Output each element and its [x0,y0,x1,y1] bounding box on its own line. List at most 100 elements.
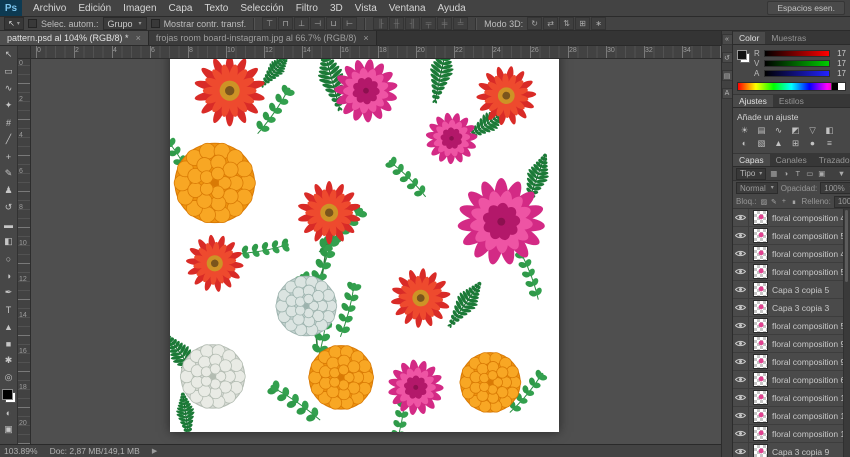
menu-texto[interactable]: Texto [198,3,234,14]
distribute-right-edges-icon[interactable]: ╧ [453,17,469,30]
layer-row[interactable]: floral composition 10 [733,425,850,443]
layer-thumbnail[interactable] [753,300,768,315]
layer-visibility-toggle[interactable] [733,263,749,280]
3d-scale-icon[interactable]: ∗ [591,17,607,30]
screen-mode-icon[interactable]: ▣ [1,422,17,437]
color-slider-track[interactable] [764,70,830,77]
layer-name[interactable]: Capa 3 copia 3 [772,303,829,313]
distribute-bottom-edges-icon[interactable]: ╢ [405,17,421,30]
character-panel-icon[interactable]: A [721,88,733,99]
layer-thumbnail[interactable] [753,354,768,369]
layer-thumbnail[interactable] [753,210,768,225]
properties-panel-icon[interactable]: ▤ [721,70,733,81]
align-vertical-centers-icon[interactable]: ⊓ [278,17,294,30]
layer-visibility-toggle[interactable] [733,389,749,406]
distribute-vertical-centers-icon[interactable]: ╫ [389,17,405,30]
color-slider-value[interactable]: 17 [833,69,846,78]
menu-3d[interactable]: 3D [324,3,349,14]
align-bottom-edges-icon[interactable]: ⊥ [294,17,310,30]
layer-visibility-toggle[interactable] [733,353,749,370]
layer-row[interactable]: floral composition 5 [733,227,850,245]
layer-name[interactable]: floral composition 10 copia [772,411,850,421]
align-right-edges-icon[interactable]: ⊢ [342,17,358,30]
adjustment-black-white-icon[interactable]: ▧ [754,137,769,149]
adjustment-photo-filter-icon[interactable]: ▲ [771,137,786,149]
zoom-tool[interactable]: ◎ [1,370,17,385]
adjustment-levels-icon[interactable]: ▤ [754,124,769,136]
distribute-left-edges-icon[interactable]: ╤ [421,17,437,30]
layer-thumbnail[interactable] [753,372,768,387]
filter-shape-layers-icon[interactable]: ▭ [804,169,815,179]
layer-name[interactable]: floral composition 10 [772,429,850,439]
show-transform-controls-checkbox[interactable] [150,19,160,28]
layer-visibility-toggle[interactable] [733,299,749,316]
expand-panels-icon[interactable]: « [721,34,733,45]
spot-healing-brush-tool[interactable]: + [1,149,17,164]
layer-row[interactable]: floral composition 4 [733,209,850,227]
adjustment-color-balance-icon[interactable]: ◐ [737,137,752,149]
lasso-tool[interactable]: ∿ [1,81,17,96]
white-swatch[interactable] [838,83,845,90]
tab-capas[interactable]: Capas [733,154,770,166]
menu-filtro[interactable]: Filtro [290,3,324,14]
foreground-background-swatches[interactable] [737,50,750,63]
layer-visibility-toggle[interactable] [733,317,749,334]
layer-row[interactable]: Capa 3 copia 3 [733,299,850,317]
layer-thumbnail[interactable] [753,318,768,333]
distribute-top-edges-icon[interactable]: ╟ [373,17,389,30]
layer-visibility-toggle[interactable] [733,335,749,352]
layer-name[interactable]: floral composition 4 [772,213,845,223]
color-slider-track[interactable] [764,50,830,57]
layer-visibility-toggle[interactable] [733,443,749,457]
quick-selection-tool[interactable]: ✦ [1,98,17,113]
layer-visibility-toggle[interactable] [733,245,749,262]
layer-thumbnail[interactable] [753,444,768,457]
layer-thumbnail[interactable] [753,408,768,423]
layer-thumbnail[interactable] [753,282,768,297]
layer-thumbnail[interactable] [753,336,768,351]
layer-name[interactable]: Capa 3 copia 9 [772,447,829,457]
layer-row[interactable]: floral composition 5 copia [733,263,850,281]
3d-drag-icon[interactable]: ⇅ [559,17,575,30]
blend-mode-dropdown[interactable]: Normal ▾ [736,182,778,194]
history-panel-icon[interactable]: ↺ [721,52,733,63]
menu-ayuda[interactable]: Ayuda [432,3,472,14]
opacity-dropdown[interactable]: 100% ▾ [820,182,850,194]
layer-name[interactable]: floral composition 5 copia [772,321,850,331]
foreground-color-swatch[interactable] [1,389,13,400]
eraser-tool[interactable]: ▬ [1,217,17,232]
layer-visibility-toggle[interactable] [733,227,749,244]
tab-ajustes[interactable]: Ajustes [733,95,773,107]
lock-position-icon[interactable]: + [779,197,788,207]
document-tab-2[interactable]: frojas room board-instagram.jpg al 66.7%… [148,31,377,45]
3d-slide-icon[interactable]: ⊞ [575,17,591,30]
auto-select-checkbox[interactable] [28,19,37,28]
filter-smart-objects-icon[interactable]: ▣ [816,169,827,179]
eyedropper-tool[interactable]: ╱ [1,132,17,147]
tool-preset-picker[interactable]: ↖ ▾ [4,17,24,30]
rectangle-shape-tool[interactable]: ■ [1,336,17,351]
layer-row[interactable]: floral composition 4 copia [733,245,850,263]
adjustment-hue-saturation-icon[interactable]: ◧ [822,124,837,136]
tab-estilos[interactable]: Estilos [773,95,810,107]
history-brush-tool[interactable]: ↺ [1,200,17,215]
adjustment-posterize-icon[interactable]: ≡ [822,137,837,149]
auto-select-target-dropdown[interactable]: Grupo ▾ [102,17,147,30]
horizontal-type-tool[interactable]: T [1,302,17,317]
scrollbar-thumb[interactable] [845,210,848,282]
layer-row[interactable]: Capa 3 copia 5 [733,281,850,299]
layer-name[interactable]: floral composition 5 copia [772,267,850,277]
layer-thumbnail[interactable] [753,228,768,243]
layer-row[interactable]: floral composition 9 copia 4 [733,353,850,371]
align-horizontal-centers-icon[interactable]: ⊔ [326,17,342,30]
align-top-edges-icon[interactable]: ⊤ [262,17,278,30]
distribute-horizontal-centers-icon[interactable]: ╪ [437,17,453,30]
layer-thumbnail[interactable] [753,426,768,441]
rectangular-marquee-tool[interactable]: ▭ [1,64,17,79]
crop-tool[interactable]: # [1,115,17,130]
dodge-tool[interactable]: ◑ [1,268,17,283]
workspace-switcher-button[interactable]: Espacios esen. [767,1,845,15]
path-selection-tool[interactable]: ▲ [1,319,17,334]
adjustment-channel-mixer-icon[interactable]: ⊞ [788,137,803,149]
layer-row[interactable]: floral composition 10 copia 2 [733,389,850,407]
